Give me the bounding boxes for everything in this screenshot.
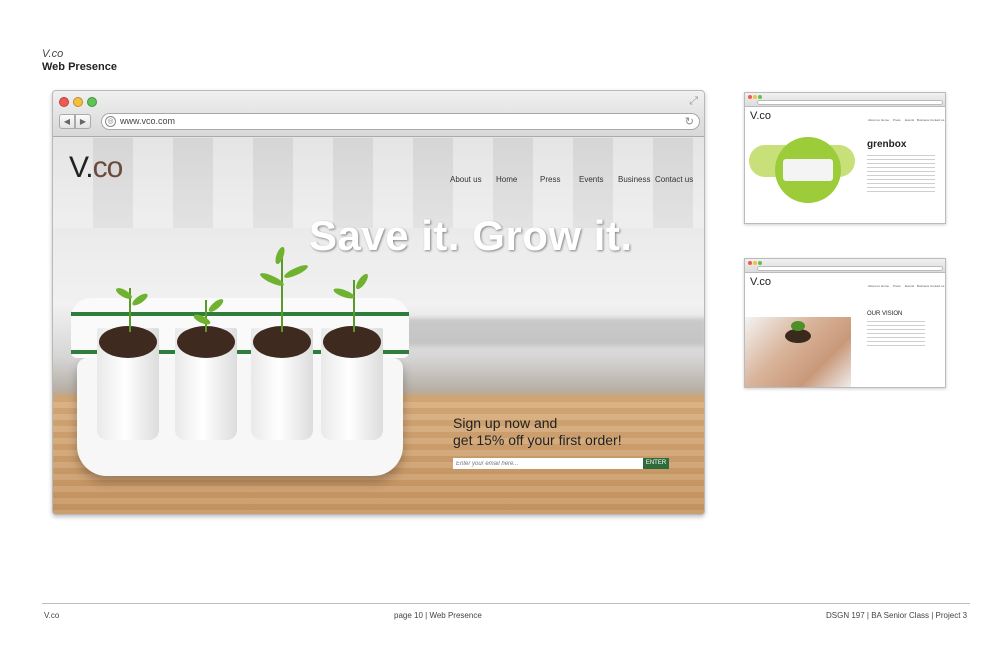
thumb-nav-home: Home: [881, 284, 890, 288]
site-logo[interactable]: V.co: [69, 151, 124, 185]
vision-description: [867, 321, 925, 347]
signup-line-2: get 15% off your first order!: [453, 432, 622, 448]
thumb-nav-press: Press: [893, 284, 901, 288]
thumb-nav-events: Events: [905, 118, 915, 122]
thumb-nav-about-us: About us: [868, 284, 880, 288]
footer-course-info: DSGN 197 | BA Senior Class | Project 3: [826, 611, 968, 620]
forward-button[interactable]: ▶: [75, 114, 91, 129]
thumb-nav-about-us: About us: [868, 118, 880, 122]
doc-brand: V.co: [42, 48, 64, 60]
soil-in-hands: [785, 329, 811, 343]
soil: [99, 326, 157, 358]
thumb-nav-contact-us: Contact us: [930, 118, 945, 122]
thumbnail-logo: V.co: [750, 110, 772, 122]
zoom-window-button: [758, 95, 762, 99]
thumb-nav-business: Business: [917, 118, 930, 122]
browser-window: ⤢ ◀ ▶ ◎ www.vco.com ↻ V.co About us Home…: [52, 90, 705, 515]
close-window-button: [748, 95, 752, 99]
thumb-nav-business: Business: [917, 284, 930, 288]
footer-brand: V.co: [44, 611, 60, 620]
back-button[interactable]: ◀: [59, 114, 75, 129]
thumbnail-vision-page: V.co About us Home Press Events Business…: [744, 258, 946, 388]
nav-about-us[interactable]: About us: [450, 175, 482, 184]
thumbnail-toolbar: [745, 93, 945, 107]
thumbnail-logo: V.co: [750, 276, 772, 288]
email-field[interactable]: [453, 458, 643, 469]
nav-contact-us[interactable]: Contact us: [655, 175, 693, 184]
url-text[interactable]: www.vco.com: [120, 116, 175, 126]
enter-button[interactable]: ENTER: [643, 458, 669, 469]
footer-page-number: page 10 | Web Presence: [394, 611, 482, 620]
nav-press[interactable]: Press: [540, 175, 560, 184]
planter-stripe: [71, 312, 409, 316]
planter-cup: [175, 326, 237, 440]
thumbnail-toolbar: [745, 259, 945, 273]
thumbnail-address-bar: [757, 266, 943, 271]
soil: [323, 326, 381, 358]
nav-home[interactable]: Home: [496, 175, 517, 184]
thumb-nav-home: Home: [881, 118, 890, 122]
seedling-leaf: [353, 272, 371, 291]
thumb-nav-press: Press: [893, 118, 901, 122]
thumb-nav-contact-us: Contact us: [930, 284, 945, 288]
address-bar[interactable]: ◎ www.vco.com ↻: [101, 113, 700, 130]
site-viewport: V.co About us Home Press Events Business…: [53, 138, 704, 514]
seedling-stem: [353, 280, 355, 332]
minimize-window-button[interactable]: [73, 97, 83, 107]
thumb-nav-events: Events: [905, 284, 915, 288]
zoom-window-button[interactable]: [87, 97, 97, 107]
reload-icon[interactable]: ↻: [685, 115, 694, 128]
planter-cup: [97, 326, 159, 440]
planter-cup: [251, 326, 313, 440]
close-window-button: [748, 261, 752, 265]
footer-divider: [42, 603, 970, 604]
logo-accent: co: [92, 151, 124, 184]
nav-events[interactable]: Events: [579, 175, 603, 184]
hero-headline: Save it. Grow it.: [309, 212, 633, 259]
minimize-window-button: [753, 261, 757, 265]
thumbnail-address-bar: [757, 100, 943, 105]
planter-image: [71, 245, 409, 476]
browser-toolbar: ⤢ ◀ ▶ ◎ www.vco.com ↻: [53, 91, 704, 137]
greenbox-description: [867, 155, 935, 195]
planter-cup: [321, 326, 383, 440]
zoom-window-button: [758, 261, 762, 265]
greenbox-planter: [783, 159, 833, 181]
logo-main: V.: [69, 151, 94, 184]
seedling-leaf: [282, 262, 310, 281]
nav-business[interactable]: Business: [618, 175, 650, 184]
seedling-leaf: [273, 245, 287, 266]
close-window-button[interactable]: [59, 97, 69, 107]
signup-offer: Sign up now and get 15% off your first o…: [453, 415, 622, 449]
thumbnail-greenbox-page: V.co About us Home Press Events Business…: [744, 92, 946, 224]
globe-icon: ◎: [105, 116, 116, 127]
seedling-leaves: [791, 321, 805, 331]
seedling-stem: [205, 300, 207, 332]
fullscreen-icon[interactable]: ⤢: [689, 95, 698, 108]
vision-title: OUR VISION: [867, 311, 903, 317]
greenbox-title: grenbox: [867, 139, 907, 150]
seedling-stem: [281, 254, 283, 332]
signup-line-1: Sign up now and: [453, 415, 558, 431]
minimize-window-button: [753, 95, 757, 99]
doc-section-title: Web Presence: [42, 61, 118, 73]
